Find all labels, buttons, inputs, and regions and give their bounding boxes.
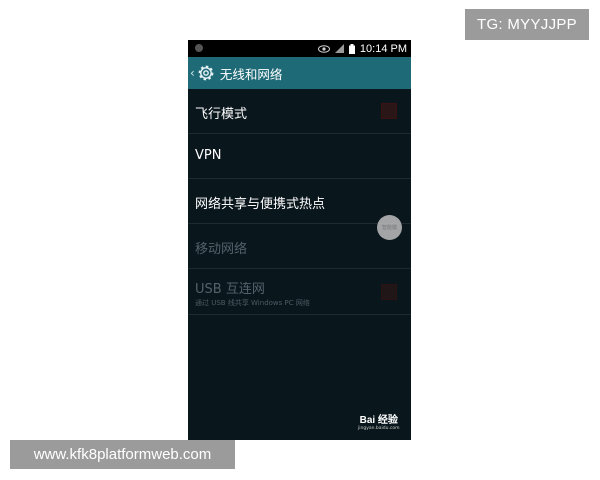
setting-label: VPN	[195, 148, 222, 163]
floating-assist-button[interactable]: 智能键	[377, 215, 402, 240]
site-url-label: www.kfk8platformweb.com	[10, 440, 235, 469]
floating-button-label: 智能键	[381, 225, 397, 231]
baidu-watermark: Bai 经验 jingyan.baidu.com	[358, 415, 400, 431]
setting-label: USB 互连网	[195, 282, 265, 297]
usb-internet-checkbox	[381, 284, 397, 300]
battery-icon	[348, 43, 355, 54]
status-bar: 10:14 PM	[188, 40, 411, 57]
eye-icon	[317, 44, 330, 53]
status-time: 10:14 PM	[359, 42, 407, 55]
settings-list: 飞行模式 VPN 网络共享与便携式热点 移动网络 USB 互连网 通过 USB …	[188, 89, 411, 315]
notification-icon	[195, 44, 203, 52]
setting-label: 网络共享与便携式热点	[195, 197, 326, 212]
setting-label: 飞行模式	[195, 107, 248, 122]
airplane-mode-checkbox[interactable]	[381, 103, 397, 119]
action-bar[interactable]: ‹ 无线和网络	[188, 57, 411, 89]
setting-label: 移动网络	[195, 242, 248, 257]
setting-airplane-mode[interactable]: 飞行模式	[188, 89, 411, 134]
signal-icon	[334, 44, 344, 53]
setting-vpn[interactable]: VPN	[188, 134, 411, 179]
setting-sublabel: 通过 USB 线共享 Windows PC 网络	[195, 299, 310, 307]
tg-label: TG: MYYJJPP	[465, 9, 589, 40]
chevron-left-icon[interactable]: ‹	[190, 66, 195, 80]
phone-screen: 10:14 PM ‹ 无线和网络 飞行模式 VPN 网络共享与便携式热点 移动网…	[188, 40, 411, 440]
page-title: 无线和网络	[219, 66, 283, 82]
watermark-logo: Bai 经验	[359, 415, 398, 426]
gear-icon[interactable]	[196, 63, 216, 83]
setting-tethering-hotspot[interactable]: 网络共享与便携式热点	[188, 179, 411, 224]
setting-usb-internet: USB 互连网 通过 USB 线共享 Windows PC 网络	[188, 269, 411, 315]
watermark-url: jingyan.baidu.com	[358, 426, 400, 431]
